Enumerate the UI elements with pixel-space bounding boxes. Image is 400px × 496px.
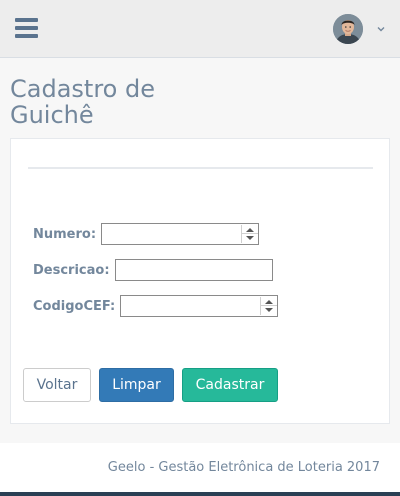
- form-panel: Numero: Descricao: CodigoCEF: Voltar Lim…: [10, 138, 390, 424]
- footer: Geelo - Gestão Eletrônica de Loteria 201…: [0, 443, 400, 492]
- numero-stepper[interactable]: [241, 225, 259, 243]
- descricao-row: Descricao:: [33, 259, 273, 281]
- numero-input[interactable]: [101, 223, 260, 245]
- footer-text: Geelo - Gestão Eletrônica de Loteria 201…: [107, 460, 380, 475]
- page-title: Cadastro de Guichê: [10, 75, 155, 129]
- chevron-down-icon: [377, 27, 385, 32]
- top-navigation-bar: [0, 0, 400, 58]
- user-profile-menu[interactable]: [333, 14, 389, 44]
- codigocef-label: CodigoCEF:: [33, 298, 116, 314]
- codigocef-input[interactable]: [120, 295, 279, 317]
- voltar-button[interactable]: Voltar: [23, 368, 91, 402]
- panel-divider: [28, 167, 373, 169]
- numero-row: Numero:: [33, 223, 260, 245]
- codigocef-stepper[interactable]: [260, 297, 278, 315]
- hamburger-menu-icon[interactable]: [15, 18, 38, 38]
- cadastrar-button[interactable]: Cadastrar: [182, 368, 278, 402]
- user-avatar: [333, 14, 363, 44]
- limpar-button[interactable]: Limpar: [99, 368, 174, 402]
- bottom-strip: [0, 492, 400, 496]
- descricao-label: Descricao:: [33, 262, 110, 278]
- descricao-input[interactable]: [114, 259, 273, 281]
- codigocef-row: CodigoCEF:: [33, 295, 279, 317]
- numero-label: Numero:: [33, 226, 97, 242]
